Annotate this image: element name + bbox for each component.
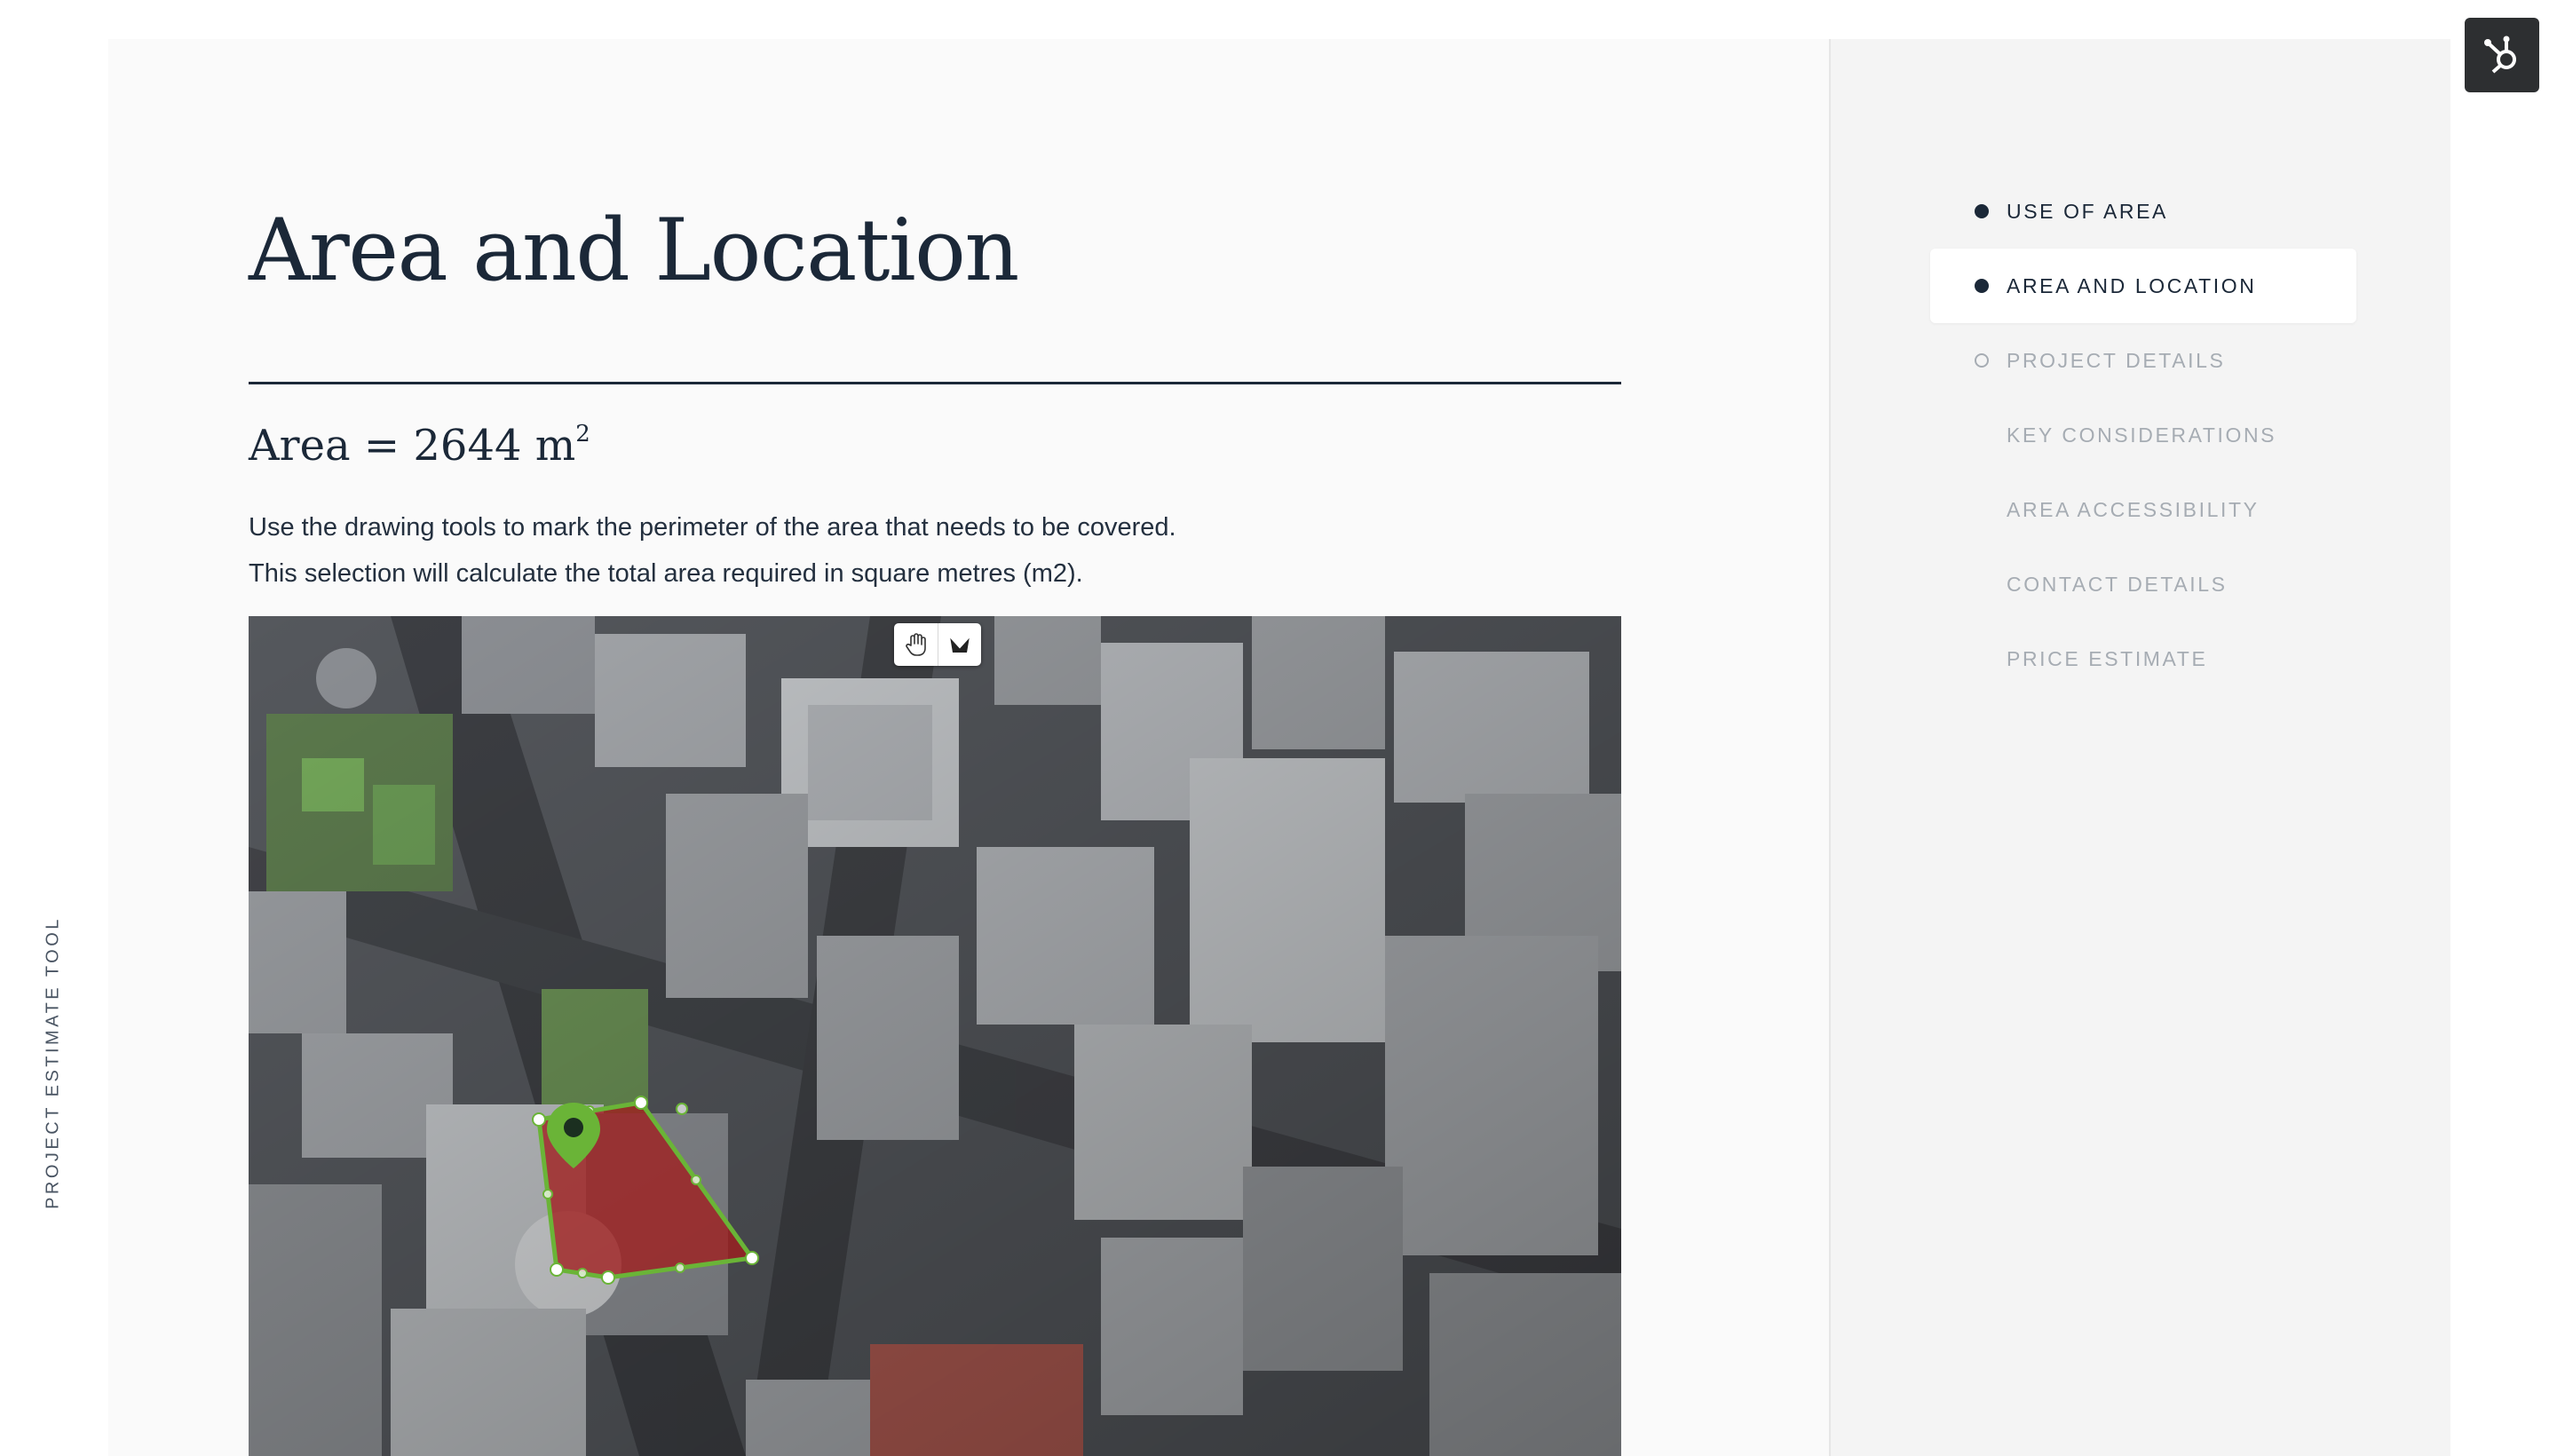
- polygon-vertex[interactable]: [532, 1112, 546, 1127]
- polygon-midpoint[interactable]: [676, 1103, 688, 1115]
- chat-widget-button[interactable]: [2465, 18, 2539, 92]
- polygon-midpoint[interactable]: [691, 1175, 701, 1185]
- step-status-dot-icon: [1975, 204, 1989, 218]
- polygon-midpoint[interactable]: [577, 1268, 588, 1278]
- satellite-map[interactable]: [249, 616, 1621, 1456]
- step-label: USE OF AREA: [2007, 199, 2168, 223]
- instructions: Use the drawing tools to mark the perime…: [249, 504, 1616, 597]
- side-rail: PROJECT ESTIMATE TOOL: [0, 0, 108, 1456]
- polygon-vertex[interactable]: [634, 1096, 648, 1110]
- step-list: USE OF AREA AREA AND LOCATION PROJECT DE…: [1930, 174, 2356, 696]
- pan-tool-button[interactable]: [894, 623, 938, 666]
- step-label: PRICE ESTIMATE: [2007, 646, 2208, 670]
- step-label: CONTACT DETAILS: [2007, 572, 2228, 596]
- map-canvas[interactable]: [249, 616, 1621, 1456]
- polygon-draw-icon: [949, 636, 970, 653]
- side-label: PROJECT ESTIMATE TOOL: [43, 916, 63, 1209]
- main-panel: Area and Location Area = 2644 m2 Use the…: [108, 39, 1829, 1456]
- hand-pan-icon: [905, 633, 926, 656]
- step-use-of-area[interactable]: USE OF AREA: [1930, 174, 2356, 249]
- instruction-line-2: This selection will calculate the total …: [249, 559, 1083, 588]
- area-heading: Area = 2644 m2: [249, 421, 590, 471]
- progress-sidebar: USE OF AREA AREA AND LOCATION PROJECT DE…: [1829, 39, 2450, 1456]
- polygon-vertex[interactable]: [745, 1251, 759, 1265]
- step-area-accessibility[interactable]: AREA ACCESSIBILITY: [1930, 472, 2356, 547]
- title-divider: [249, 382, 1621, 384]
- step-key-considerations[interactable]: KEY CONSIDERATIONS: [1930, 398, 2356, 472]
- step-price-estimate[interactable]: PRICE ESTIMATE: [1930, 621, 2356, 696]
- polygon-midpoint[interactable]: [675, 1262, 685, 1273]
- polygon-vertex[interactable]: [601, 1270, 615, 1285]
- area-unit-superscript: 2: [575, 421, 590, 447]
- step-project-details[interactable]: PROJECT DETAILS: [1930, 323, 2356, 398]
- step-status-dot-icon: [1975, 353, 1989, 368]
- instruction-line-1: Use the drawing tools to mark the perime…: [249, 513, 1176, 542]
- step-area-and-location[interactable]: AREA AND LOCATION: [1930, 249, 2356, 323]
- polygon-vertex[interactable]: [550, 1262, 564, 1277]
- hubspot-sprocket-icon: [2484, 36, 2516, 74]
- page-title: Area and Location: [249, 201, 1019, 300]
- step-label: KEY CONSIDERATIONS: [2007, 423, 2277, 447]
- draw-tool-button[interactable]: [938, 623, 981, 666]
- area-value: Area = 2644 m: [249, 421, 576, 471]
- step-status-dot-icon: [1975, 279, 1989, 293]
- map-drawing-toolbar: [894, 623, 981, 666]
- polygon-midpoint[interactable]: [542, 1189, 553, 1199]
- step-label: AREA AND LOCATION: [2007, 273, 2257, 297]
- step-label: PROJECT DETAILS: [2007, 348, 2226, 372]
- step-contact-details[interactable]: CONTACT DETAILS: [1930, 547, 2356, 621]
- step-label: AREA ACCESSIBILITY: [2007, 497, 2260, 521]
